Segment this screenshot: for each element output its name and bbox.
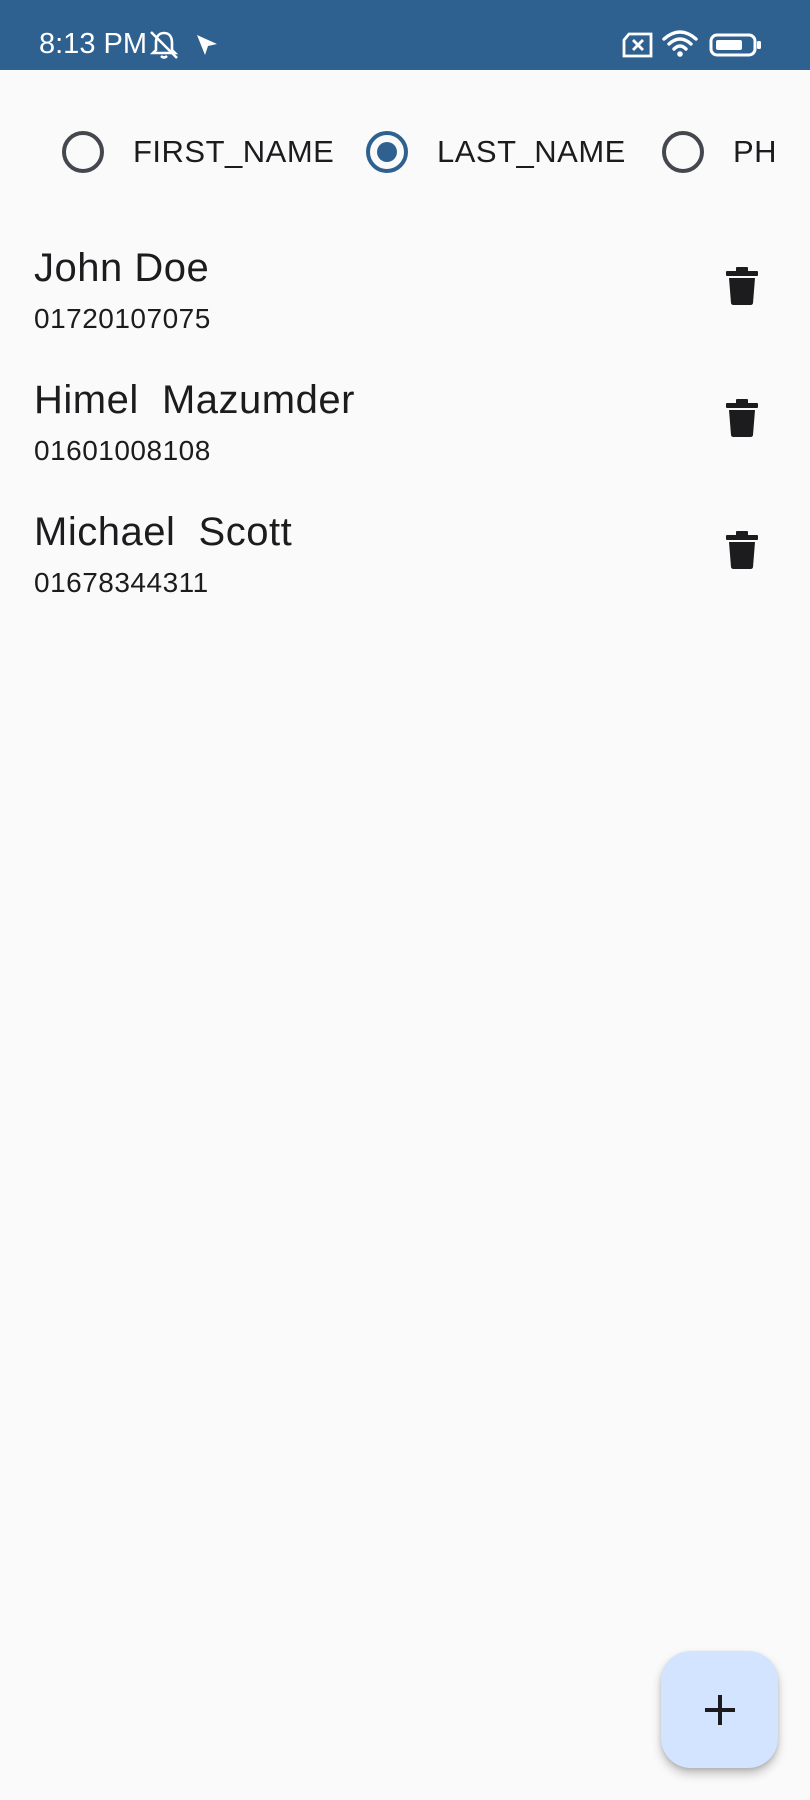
contact-list-item[interactable]: John Doe 01720107075	[0, 236, 810, 368]
sort-option-last-name[interactable]: LAST_NAME	[366, 118, 626, 186]
sort-option-group: FIRST_NAME LAST_NAME PH	[0, 118, 810, 186]
sort-option-phone[interactable]: PH	[662, 118, 777, 186]
contact-list-item[interactable]: Himel Mazumder 01601008108	[0, 368, 810, 500]
delete-button[interactable]	[716, 524, 768, 576]
trash-icon	[726, 399, 758, 437]
contact-phone: 01601008108	[34, 435, 211, 466]
status-time: 8:13 PM	[39, 28, 147, 60]
delete-button[interactable]	[716, 392, 768, 444]
status-bar: 8:13 PM	[0, 0, 810, 70]
mute-alarm-icon	[147, 28, 181, 67]
radio-button-unchecked[interactable]	[662, 131, 704, 173]
add-contact-button[interactable]	[661, 1651, 778, 1768]
contact-name: John Doe	[34, 246, 210, 290]
contact-phone: 01720107075	[34, 303, 211, 334]
wifi-icon	[661, 28, 699, 63]
trash-icon	[726, 531, 758, 569]
sort-option-first-name[interactable]: FIRST_NAME	[62, 118, 334, 186]
radio-button-checked[interactable]	[366, 131, 408, 173]
contact-name: Michael Scott	[34, 510, 293, 554]
sort-option-label: FIRST_NAME	[133, 134, 335, 169]
sort-option-label: LAST_NAME	[437, 134, 626, 169]
no-sim-icon	[621, 31, 655, 64]
battery-icon	[709, 33, 763, 62]
delete-button[interactable]	[716, 260, 768, 312]
trash-icon	[726, 267, 758, 305]
sort-option-label: PH	[733, 134, 778, 169]
location-arrow-icon	[194, 32, 220, 63]
contact-phone: 01678344311	[34, 567, 209, 598]
add-icon	[704, 1694, 735, 1725]
radio-button-unchecked[interactable]	[62, 131, 104, 173]
contact-name: Himel Mazumder	[34, 378, 355, 422]
contact-list-item[interactable]: Michael Scott 01678344311	[0, 500, 810, 632]
